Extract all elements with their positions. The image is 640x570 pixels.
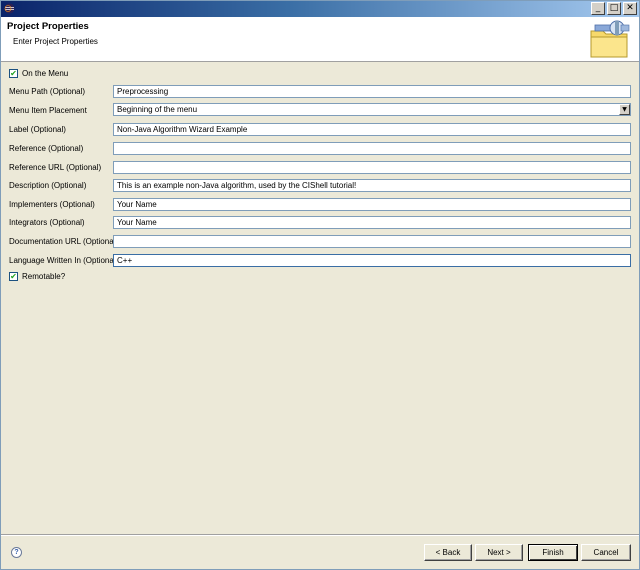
integrators-input[interactable] [113,216,631,229]
documentation-url-input[interactable] [113,235,631,248]
minimize-icon: _ [595,3,601,13]
page-title: Project Properties [7,21,89,32]
maximize-icon: □ [609,3,619,13]
remotable-label: Remotable? [22,272,66,281]
placement-label: Menu Item Placement [9,106,87,115]
menu-path-input[interactable] [113,85,631,98]
documentation-url-label: Documentation URL (Optional) [9,237,119,246]
close-icon: ✕ [626,3,634,13]
reference-label: Reference (Optional) [9,144,84,153]
chevron-down-icon[interactable]: ▼ [619,104,630,115]
check-icon: ✔ [10,68,17,78]
back-button[interactable]: < Back [424,544,472,561]
button-bar-separator [1,534,639,536]
placement-select[interactable]: Beginning of the menu ▼ [113,103,631,116]
cancel-button[interactable]: Cancel [581,544,631,561]
reference-url-input[interactable] [113,161,631,174]
placement-value: Beginning of the menu [117,105,198,114]
remotable-option[interactable]: ✔ Remotable? [9,272,65,281]
eclipse-icon [4,3,15,14]
minimize-button[interactable]: _ [591,2,605,15]
menu-path-label: Menu Path (Optional) [9,87,86,96]
cancel-button-label: Cancel [593,548,619,557]
page-subtitle: Enter Project Properties [13,37,98,46]
finish-button-label: Finish [542,548,564,557]
maximize-button[interactable]: □ [607,2,621,15]
check-icon: ✔ [10,271,17,281]
reference-url-label: Reference URL (Optional) [9,163,102,172]
title-bar[interactable]: _ □ ✕ [1,1,639,17]
implementers-label: Implementers (Optional) [9,200,95,209]
next-button-label: Next > [487,548,511,557]
label-label: Label (Optional) [9,125,66,134]
next-button[interactable]: Next > [475,544,523,561]
plugin-folder-icon [590,20,630,58]
description-input[interactable] [113,179,631,192]
on-menu-label: On the Menu [22,69,69,78]
finish-button[interactable]: Finish [528,544,578,561]
label-input[interactable] [113,123,631,136]
on-menu-checkbox[interactable]: ✔ [9,69,18,78]
remotable-checkbox[interactable]: ✔ [9,272,18,281]
integrators-label: Integrators (Optional) [9,218,85,227]
wizard-window: _ □ ✕ Project Properties Enter Project P… [0,0,640,570]
close-button[interactable]: ✕ [623,2,637,15]
wizard-banner: Project Properties Enter Project Propert… [1,17,639,62]
description-label: Description (Optional) [9,181,87,190]
back-button-label: < Back [435,548,461,557]
language-input[interactable] [113,254,631,267]
help-icon[interactable]: ? [11,547,22,558]
reference-input[interactable] [113,142,631,155]
on-menu-option[interactable]: ✔ On the Menu [9,69,68,78]
implementers-input[interactable] [113,198,631,211]
language-label: Language Written In (Optional) [9,256,119,265]
